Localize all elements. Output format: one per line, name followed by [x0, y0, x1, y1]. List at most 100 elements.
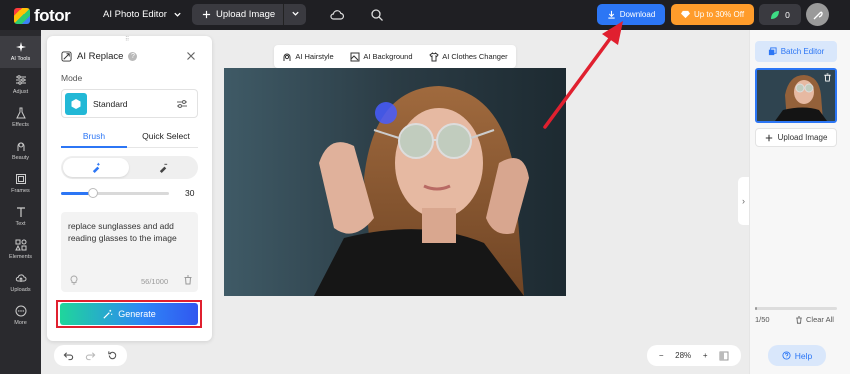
undo-icon[interactable]	[63, 350, 74, 361]
brush-add-icon	[92, 162, 100, 173]
slider-handle[interactable]	[88, 188, 99, 198]
reset-icon[interactable]	[107, 350, 118, 361]
zoom-out-icon[interactable]: −	[659, 351, 664, 360]
canvas-quick-tools: AI Hairstyle AI Background AI Clothes Ch…	[274, 45, 516, 68]
lightbulb-icon[interactable]	[69, 275, 79, 285]
help-icon[interactable]: ?	[128, 52, 138, 61]
diamond-icon	[680, 10, 690, 19]
clear-all-button[interactable]: Clear All	[795, 315, 834, 324]
ai-clothes-changer-button[interactable]: AI Clothes Changer	[429, 51, 508, 62]
batch-editor-button[interactable]: Batch Editor	[755, 41, 837, 62]
background-icon	[350, 52, 360, 61]
trash-icon[interactable]	[183, 275, 193, 285]
image-thumbnail[interactable]	[755, 68, 837, 123]
compare-icon[interactable]	[719, 351, 729, 361]
sidebar-item-effects[interactable]: Effects	[0, 102, 41, 134]
plus-icon	[765, 134, 772, 141]
sidebar-item-label: Uploads	[10, 287, 31, 293]
trash-icon	[796, 315, 802, 324]
generate-label: Generate	[118, 309, 156, 319]
brand-name: fotor	[34, 6, 71, 25]
upload-image-label: Upload Image	[216, 9, 276, 20]
batch-icon	[768, 47, 777, 56]
download-label: Download	[619, 10, 656, 19]
download-icon	[608, 10, 615, 19]
image-count: 1/50	[755, 315, 770, 324]
credits-button[interactable]: 0	[759, 4, 801, 25]
face-icon	[17, 142, 24, 151]
panel-title-text: AI Replace	[77, 51, 124, 62]
upload-image-side-label: Upload Image	[777, 133, 828, 142]
promo-label: Up to 30% Off	[693, 10, 745, 19]
upload-image-button[interactable]: Upload Image	[192, 4, 306, 25]
sidebar-item-frames[interactable]: Frames	[0, 168, 41, 200]
ai-hairstyle-button[interactable]: AI Hairstyle	[282, 52, 334, 62]
chevron-down-icon	[174, 12, 181, 17]
collapse-panel-button[interactable]: ›	[738, 177, 749, 225]
upload-image-side-button[interactable]: Upload Image	[755, 128, 837, 147]
editor-menu-label: AI Photo Editor	[103, 9, 167, 20]
generate-button[interactable]: Generate	[60, 303, 198, 325]
brush-erase-icon	[159, 163, 167, 173]
cloud-icon[interactable]	[329, 7, 345, 23]
chevron-down-icon	[291, 11, 299, 16]
ai-hairstyle-label: AI Hairstyle	[295, 52, 334, 61]
mode-selector[interactable]: Standard	[61, 89, 198, 118]
credits-count: 0	[785, 9, 790, 20]
zoom-in-icon[interactable]: +	[703, 351, 708, 360]
ai-background-label: AI Background	[363, 52, 413, 61]
portrait-photo	[224, 68, 566, 296]
drag-handle-icon[interactable]: ⠿	[125, 37, 135, 43]
help-button[interactable]: Help	[768, 345, 826, 366]
settings-sliders-icon[interactable]	[176, 98, 188, 110]
upload-dropdown-button[interactable]	[284, 9, 306, 21]
brush-erase-button[interactable]	[130, 158, 196, 177]
brush-size-slider[interactable]	[61, 188, 169, 198]
feather-avatar-icon	[813, 10, 823, 19]
trash-icon[interactable]	[823, 73, 832, 82]
sidebar-item-beauty[interactable]: Beauty	[0, 135, 41, 167]
sidebar-item-ai-tools[interactable]: AI Tools	[0, 36, 41, 68]
redo-icon[interactable]	[85, 350, 96, 361]
download-button[interactable]: Download	[597, 4, 665, 25]
edited-photo[interactable]	[224, 68, 566, 296]
user-avatar[interactable]	[806, 3, 829, 26]
sidebar-item-label: More	[14, 320, 27, 326]
sidebar-item-elements[interactable]: Elements	[0, 234, 41, 266]
tab-brush[interactable]: Brush	[61, 131, 127, 141]
top-bar: fotor AI Photo Editor Upload Image Downl…	[0, 0, 850, 30]
text-icon	[16, 207, 25, 217]
plus-icon	[202, 10, 211, 19]
help-label: Help	[794, 350, 813, 361]
sidebar-item-label: Frames	[11, 188, 30, 194]
sidebar-item-more[interactable]: More	[0, 300, 41, 332]
sidebar-item-text[interactable]: Text	[0, 201, 41, 233]
tab-quick-select[interactable]: Quick Select	[133, 131, 199, 141]
ai-background-button[interactable]: AI Background	[350, 52, 413, 62]
search-icon[interactable]	[369, 7, 385, 23]
chevron-right-icon: ›	[742, 196, 745, 206]
mode-value: Standard	[93, 98, 128, 109]
sidebar-item-label: Adjust	[12, 89, 29, 95]
magic-wand-icon	[103, 309, 113, 319]
more-icon	[15, 305, 26, 317]
frame-icon	[15, 174, 26, 184]
sidebar-item-label: Elements	[9, 254, 32, 260]
prompt-textarea[interactable]: replace sunglasses and add reading glass…	[61, 212, 198, 292]
brush-add-button[interactable]	[63, 158, 129, 177]
sidebar-item-label: Text	[15, 221, 26, 227]
zoom-level[interactable]: 28%	[675, 351, 691, 360]
close-icon[interactable]	[185, 50, 197, 62]
history-toolbar	[54, 345, 127, 366]
sidebar-item-uploads[interactable]: Uploads	[0, 267, 41, 299]
panel-title: AI Replace ?	[61, 51, 138, 62]
sidebar-item-adjust[interactable]: Adjust	[0, 69, 41, 101]
ai-replace-icon	[61, 51, 72, 62]
cube-icon	[65, 92, 87, 115]
fotor-logo-icon	[14, 8, 30, 24]
brush-cursor	[375, 102, 397, 124]
elements-icon	[14, 239, 26, 251]
fotor-logo[interactable]: fotor	[14, 6, 71, 26]
editor-menu[interactable]: AI Photo Editor	[103, 9, 182, 20]
promo-button[interactable]: Up to 30% Off	[671, 4, 754, 25]
